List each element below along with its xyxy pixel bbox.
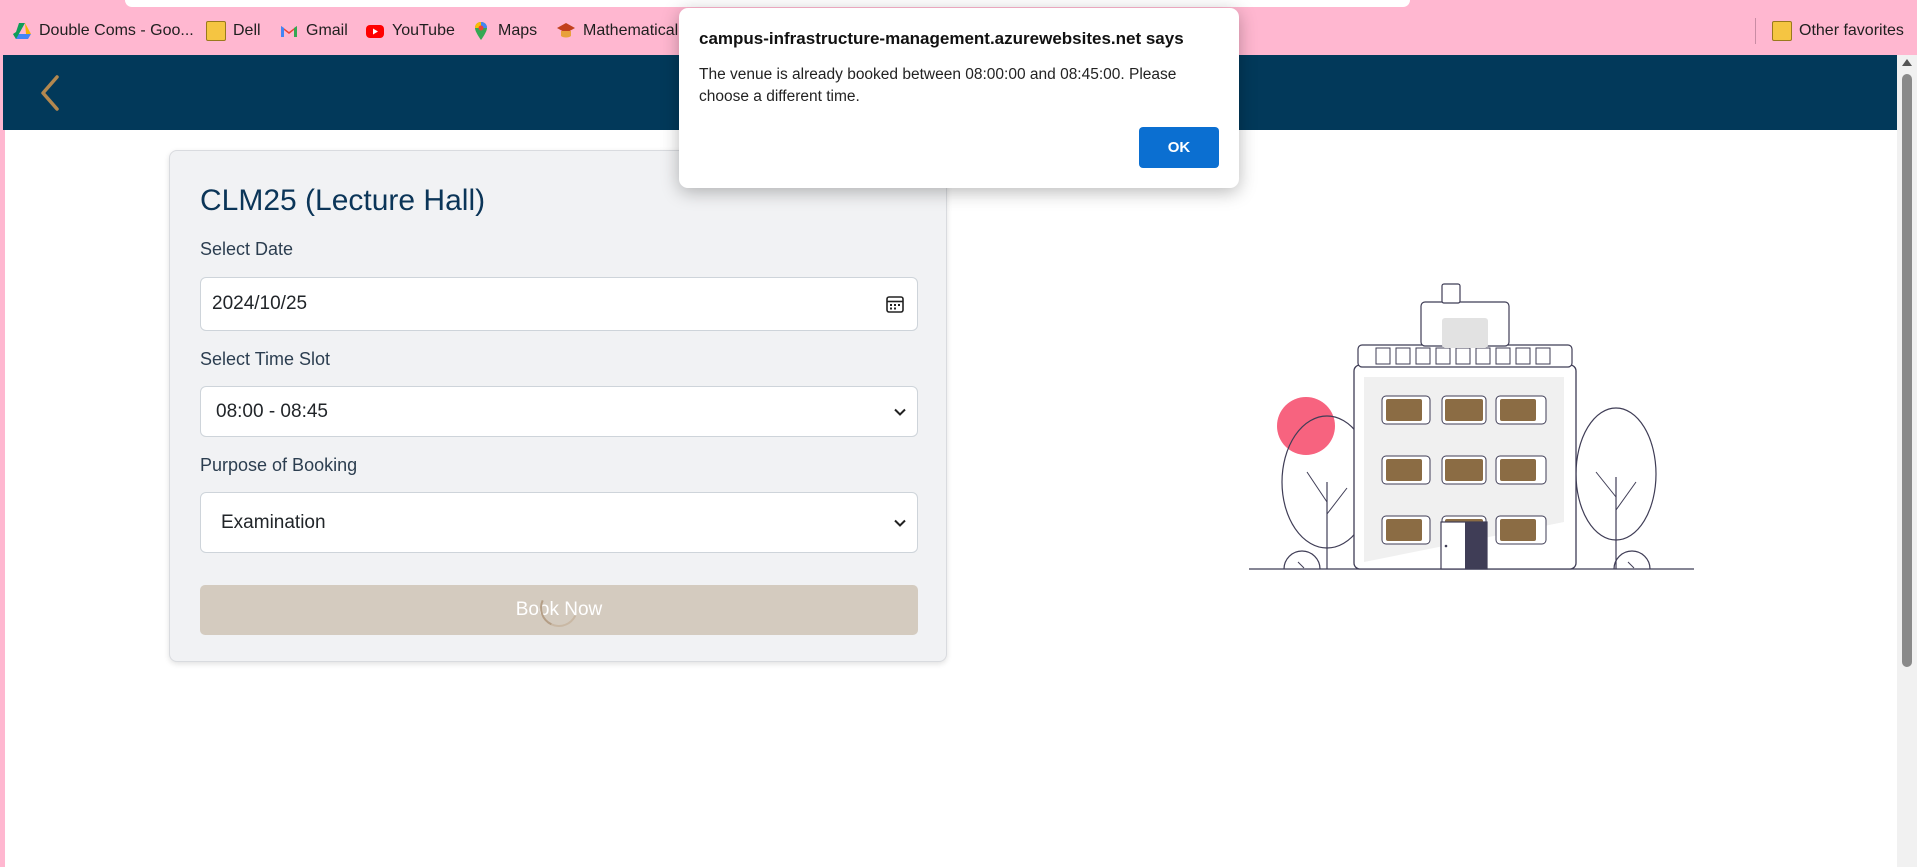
booking-card: CLM25 (Lecture Hall) Select Date 2024/10… xyxy=(169,150,947,662)
maps-icon xyxy=(471,21,491,41)
alert-dialog: campus-infrastructure-management.azurewe… xyxy=(679,8,1239,188)
purpose-select[interactable]: Examination xyxy=(200,492,918,553)
scroll-up-icon[interactable] xyxy=(1902,59,1912,66)
vertical-scrollbar[interactable] xyxy=(1897,55,1917,867)
bookmark-other-favorites[interactable]: Other favorites xyxy=(1772,20,1904,42)
building-illustration xyxy=(1249,283,1694,570)
purpose-label: Purpose of Booking xyxy=(200,455,358,475)
bookmark-label: Maps xyxy=(498,22,538,39)
bookmark-mathematical[interactable]: Mathematical xyxy=(556,20,678,42)
mathematical-icon xyxy=(556,21,576,41)
google-drive-icon xyxy=(12,21,32,41)
bookmark-label: Gmail xyxy=(306,22,348,39)
time-slot-select[interactable]: 08:00 - 08:45 xyxy=(200,386,918,437)
bookmark-dell[interactable]: Dell xyxy=(206,20,261,42)
date-value: 2024/10/25 xyxy=(212,293,308,314)
book-now-button[interactable]: Book Now xyxy=(200,583,918,635)
back-button[interactable] xyxy=(33,73,69,113)
address-bar-edge xyxy=(125,0,1410,7)
folder-icon xyxy=(206,21,226,41)
chevron-left-icon xyxy=(41,75,59,111)
dialog-title: campus-infrastructure-management.azurewe… xyxy=(699,29,1184,48)
calendar-icon[interactable] xyxy=(885,294,905,314)
bookmark-label: YouTube xyxy=(392,22,455,39)
gmail-icon xyxy=(279,21,299,41)
folder-icon xyxy=(1772,21,1792,41)
bookmark-gmail[interactable]: Gmail xyxy=(279,20,348,42)
loading-spinner xyxy=(534,583,584,633)
bookmark-label: Double Coms - Goo... xyxy=(39,22,194,39)
time-slot-value: 08:00 - 08:45 xyxy=(216,400,328,422)
bookmark-label: Mathematical xyxy=(583,22,679,39)
bookmark-double-coms[interactable]: Double Coms - Goo... xyxy=(12,20,194,42)
date-input[interactable]: 2024/10/25 xyxy=(200,277,918,331)
bookmark-label: Dell xyxy=(233,22,261,39)
time-slot-label: Select Time Slot xyxy=(200,349,331,369)
dialog-message: The venue is already booked between 08:0… xyxy=(699,66,1177,105)
chevron-down-icon xyxy=(894,519,906,527)
chevron-down-icon xyxy=(894,408,906,416)
date-label: Select Date xyxy=(200,239,294,259)
page-edge xyxy=(3,130,5,867)
youtube-icon xyxy=(365,21,385,41)
venue-title: CLM25 (Lecture Hall) xyxy=(200,184,486,217)
bookmarks-divider xyxy=(1755,18,1756,44)
scrollbar-thumb[interactable] xyxy=(1902,74,1912,667)
ok-button[interactable]: OK xyxy=(1139,127,1219,168)
bookmark-maps[interactable]: Maps xyxy=(471,20,537,42)
purpose-value: Examination xyxy=(221,511,326,533)
bookmark-youtube[interactable]: YouTube xyxy=(365,20,455,42)
bookmark-label: Other favorites xyxy=(1799,22,1904,39)
